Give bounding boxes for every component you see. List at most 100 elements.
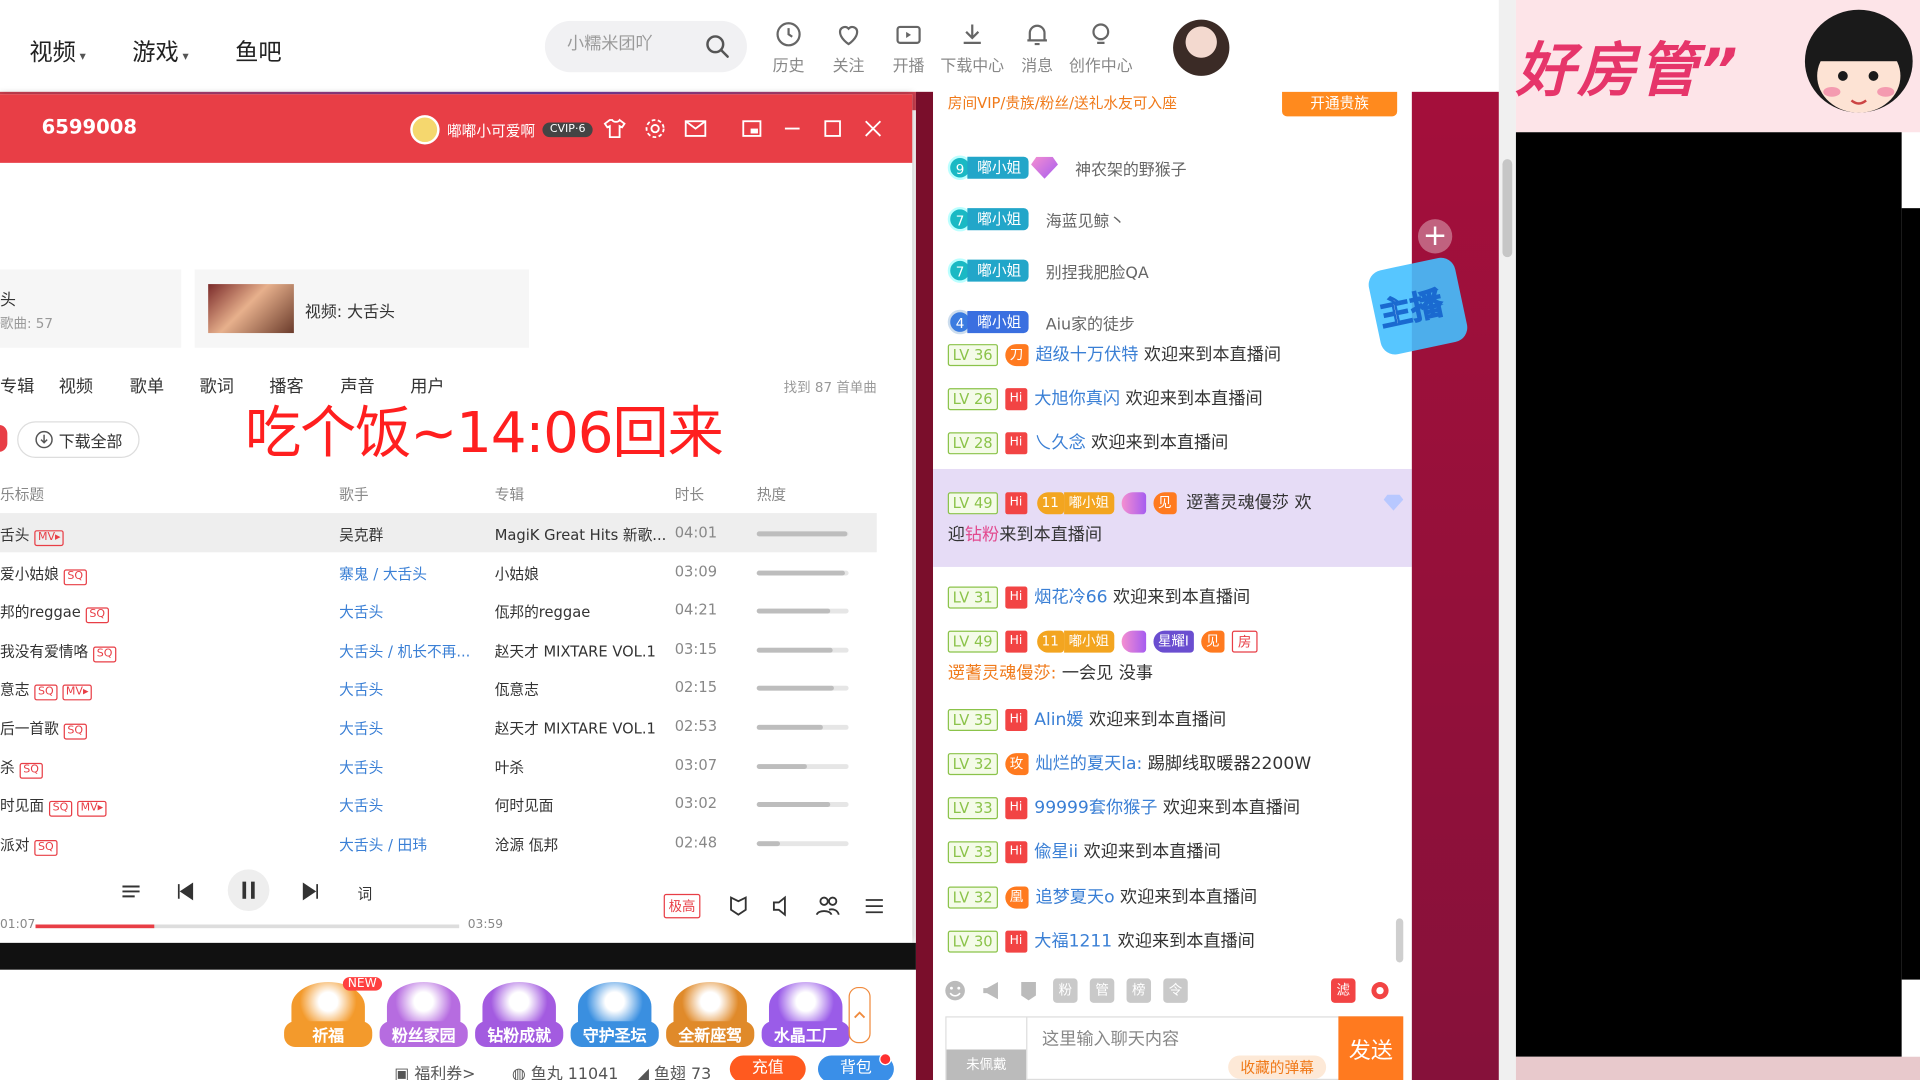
ranking-icon[interactable]: 榜 <box>1126 978 1152 1003</box>
nav-games[interactable]: 游戏 ▾ <box>132 34 188 67</box>
col-title[interactable]: 乐标题 <box>0 484 44 505</box>
volume-icon[interactable] <box>769 893 796 920</box>
settings-icon[interactable] <box>643 116 667 140</box>
username[interactable]: 99999套你猴子 <box>1034 798 1157 818</box>
sq-badge[interactable]: SQ <box>93 646 117 663</box>
username[interactable]: Alin媛 <box>1034 710 1083 730</box>
username[interactable]: 遻蓍灵魂僈莎 <box>1186 493 1289 513</box>
username[interactable]: 大福1211 <box>1034 932 1112 952</box>
sq-badge[interactable]: SQ <box>48 801 73 817</box>
song-album[interactable]: 佤意志 <box>495 679 539 700</box>
music-user[interactable]: 嘟嘟小可爱啊 CVIP·6 <box>410 115 593 145</box>
skin-icon[interactable] <box>602 116 626 140</box>
song-artist[interactable]: 大舌头 / 机长不再... <box>339 640 470 661</box>
command-icon[interactable]: 令 <box>1163 978 1188 1003</box>
creator-center-button[interactable]: 创作中心 <box>1064 20 1137 76</box>
emoji-icon[interactable] <box>943 978 967 1002</box>
song-album[interactable]: 赵天才 MIXTARE VOL.1 <box>495 718 656 739</box>
nav-yuba[interactable]: 鱼吧 <box>235 34 282 67</box>
start-broadcast-button[interactable]: 开播 <box>872 20 945 76</box>
search-icon[interactable] <box>704 33 731 60</box>
sq-badge[interactable]: SQ <box>85 607 109 624</box>
song-album[interactable]: 叶杀 <box>495 756 524 777</box>
mail-icon[interactable] <box>683 116 707 140</box>
song-artist[interactable]: 吴克群 <box>339 524 383 545</box>
scrollbar-thumb[interactable] <box>1502 159 1513 258</box>
username[interactable]: 烟花冷66 <box>1034 588 1107 608</box>
filter-button[interactable]: 滤 <box>1331 978 1356 1003</box>
fan-icon[interactable]: 粉 <box>1053 978 1078 1003</box>
mv-badge[interactable]: MV▸ <box>34 530 65 547</box>
tab-playlist[interactable]: 歌单 <box>130 373 164 397</box>
gift-item[interactable]: 粉丝家园 <box>379 982 468 1047</box>
minimize-icon[interactable] <box>780 116 804 140</box>
mini-mode-icon[interactable] <box>740 116 764 140</box>
gift-settings-icon[interactable] <box>1368 978 1392 1002</box>
song-artist[interactable]: 大舌头 <box>339 756 383 777</box>
table-row[interactable]: 后一首歌 SQ 大舌头 赵天才 MIXTARE VOL.1 02:53 <box>0 707 877 746</box>
col-artist[interactable]: 歌手 <box>339 484 368 505</box>
song-artist[interactable]: 大舌头 <box>339 795 383 816</box>
username[interactable]: 大旭你真闪 <box>1034 389 1120 409</box>
user-avatar[interactable] <box>410 115 440 145</box>
table-row[interactable]: 我没有爱情咯 SQ 大舌头 / 机长不再... 赵天才 MIXTARE VOL.1 03… <box>0 629 877 668</box>
table-row[interactable]: 舌头 MV▸ 吴克群 MagiK Great Hits 新歌... 04:01 <box>0 513 877 553</box>
badge-icon[interactable] <box>1016 978 1040 1002</box>
play-all-button[interactable] <box>0 424 8 452</box>
admin-icon[interactable]: 管 <box>1089 978 1115 1003</box>
username[interactable]: 超级十万伏特 <box>1036 345 1139 365</box>
nav-video[interactable]: 视频 ▾ <box>29 34 85 67</box>
song-album[interactable]: 小姑娘 <box>495 563 539 584</box>
maximize-icon[interactable] <box>820 116 844 140</box>
tab-album[interactable]: 专辑 <box>0 373 34 397</box>
close-icon[interactable] <box>861 116 885 140</box>
pause-button[interactable] <box>227 869 270 912</box>
song-album[interactable]: 沧源 佤邦 <box>495 834 558 855</box>
badge-not-worn[interactable]: 未佩戴 <box>946 1017 1028 1080</box>
fan-seat[interactable]: 7 嘟小姐 别捏我肥脸QA <box>947 256 1149 285</box>
table-row[interactable]: 时见面 SQ MV▸ 大舌头 何时见面 03:02 <box>0 784 877 823</box>
result-card-video[interactable]: 视频: 大舌头 <box>194 269 529 348</box>
add-icon[interactable]: + <box>1417 219 1453 254</box>
megaphone-icon[interactable] <box>980 978 1004 1002</box>
sq-badge[interactable]: SQ <box>19 762 43 779</box>
song-album[interactable]: 佤邦的reggae <box>495 601 591 622</box>
song-artist[interactable]: 大舌头 <box>339 679 383 700</box>
table-row[interactable]: 意志 SQ MV▸ 大舌头 佤意志 02:15 <box>0 668 877 707</box>
gift-item[interactable]: 全新座驾 <box>666 982 755 1047</box>
mv-badge[interactable]: MV▸ <box>62 684 93 701</box>
recharge-button[interactable]: 充值 <box>729 1055 806 1080</box>
sq-badge[interactable]: SQ <box>63 723 87 740</box>
search-input[interactable] <box>566 34 702 54</box>
page-scrollbar[interactable] <box>1498 0 1516 1080</box>
send-button[interactable]: 发送 <box>1338 1016 1404 1080</box>
favorite-danmu-button[interactable]: 收藏的弹幕 <box>1228 1055 1327 1079</box>
song-album[interactable]: MagiK Great Hits 新歌... <box>495 524 667 545</box>
col-album[interactable]: 专辑 <box>495 484 524 505</box>
tab-lyrics[interactable]: 歌词 <box>200 373 234 397</box>
sq-badge[interactable]: SQ <box>34 684 58 701</box>
song-artist[interactable]: 大舌头 <box>339 601 383 622</box>
progress-bar[interactable] <box>35 924 460 929</box>
lyrics-toggle[interactable]: 词 <box>358 883 373 904</box>
fan-seat[interactable]: 9 嘟小姐 神农架的野猴子 <box>947 153 1187 182</box>
result-card-artist[interactable]: 头 歌曲: 57 <box>0 269 182 348</box>
chat-scrollbar[interactable] <box>1395 918 1404 963</box>
gift-item[interactable]: 祈福 <box>284 982 373 1047</box>
sq-badge[interactable]: SQ <box>34 839 58 856</box>
song-artist[interactable]: 寨鬼 / 大舌头 <box>339 563 427 584</box>
table-row[interactable]: 派对 SQ 大舌头 / 田玮 沧源 佤邦 02:48 <box>0 823 877 862</box>
tab-video[interactable]: 视频 <box>59 373 93 397</box>
song-album[interactable]: 何时见面 <box>495 795 554 816</box>
username[interactable]: 偸星ii <box>1034 842 1078 862</box>
fan-seat[interactable]: 4 嘟小姐 Aiu家的徒步 <box>947 307 1135 336</box>
col-heat[interactable]: 热度 <box>757 484 786 505</box>
download-center-button[interactable]: 下载中心 <box>936 20 1009 76</box>
sq-badge[interactable]: SQ <box>63 568 87 585</box>
playlist-mode-icon[interactable] <box>118 878 145 905</box>
open-noble-button[interactable]: 开通贵族 <box>1282 91 1398 117</box>
welfare-link[interactable]: ▣ 福利券> <box>394 1060 475 1080</box>
gift-item[interactable]: 守护圣坛 <box>570 982 659 1047</box>
mv-badge[interactable]: MV▸ <box>76 801 107 817</box>
avatar[interactable] <box>1173 19 1230 76</box>
